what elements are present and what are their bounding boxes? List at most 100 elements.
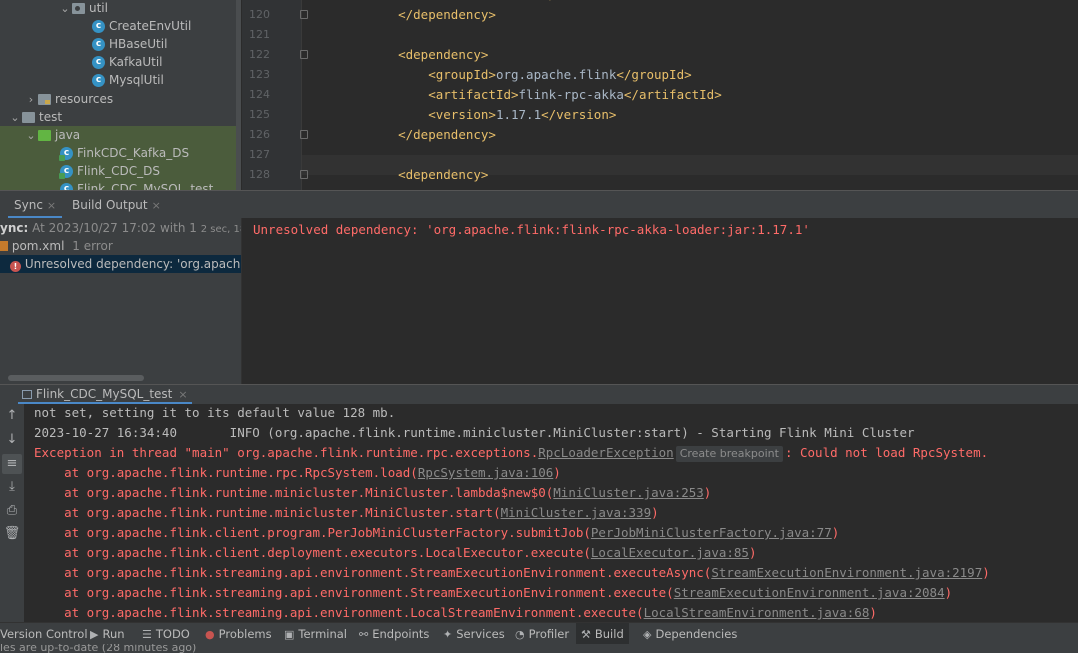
tool-build[interactable]: ⚒ Build xyxy=(576,623,629,645)
tool-version-control[interactable]: Version Control xyxy=(0,623,93,645)
tool-todo[interactable]: ☰ TODO xyxy=(137,623,195,645)
tool-run[interactable]: ▶ Run xyxy=(85,623,130,645)
stack-trace-line: at org.apache.flink.client.deployment.ex… xyxy=(34,543,756,563)
stack-text: ) xyxy=(748,545,757,560)
code-token-text: org.apache.flink xyxy=(495,67,617,82)
source-link[interactable]: StreamExecutionEnvironment.java:2197 xyxy=(711,565,982,580)
tool-profiler[interactable]: ◔ Profiler xyxy=(510,623,574,645)
tool-label: Version Control xyxy=(0,627,88,641)
fold-marker-icon[interactable] xyxy=(300,170,308,179)
code-token-open: <groupId> xyxy=(428,67,496,82)
line-number: 128 xyxy=(249,168,270,181)
scroll-to-end-icon[interactable]: ⤓ xyxy=(2,477,22,497)
status-message: les are up-to-date (28 minutes ago) xyxy=(0,644,197,653)
source-link[interactable]: MiniCluster.java:339 xyxy=(501,505,652,520)
project-tree: ⌄ util c CreateEnvUtil c HBaseUtil c Kaf… xyxy=(0,0,237,190)
chevron-down-icon[interactable]: ⌄ xyxy=(24,129,38,142)
sync-result-row[interactable]: ync: At 2023/10/27 17:02 with 1 2 sec, 1… xyxy=(0,219,241,237)
source-link[interactable]: LocalExecutor.java:85 xyxy=(591,545,749,560)
tool-terminal[interactable]: ▣ Terminal xyxy=(279,623,352,645)
down-arrow-icon[interactable]: ↓ xyxy=(2,430,22,450)
console-line: 2023-10-27 16:34:40 INFO (org.apache.fli… xyxy=(34,425,915,440)
tab-run-config[interactable]: Flink_CDC_MySQL_test × xyxy=(18,385,192,405)
tab-build-output[interactable]: Build Output × xyxy=(66,191,167,219)
close-icon[interactable]: × xyxy=(47,199,56,212)
code-token-text: flink-rpc-akka xyxy=(518,87,624,102)
todo-icon: ☰ xyxy=(142,628,152,641)
chevron-down-icon[interactable]: ⌄ xyxy=(8,111,22,124)
stack-text: ) xyxy=(553,465,561,480)
source-link[interactable]: PerJobMiniClusterFactory.java:77 xyxy=(591,525,832,540)
profiler-icon: ◔ xyxy=(515,628,525,641)
console-output[interactable]: not set, setting it to its default value… xyxy=(24,404,1078,622)
build-tree-scrollbar[interactable] xyxy=(8,375,144,381)
line-number: 123 xyxy=(249,68,270,81)
tree-item-kafkautil[interactable]: c KafkaUtil xyxy=(0,53,237,71)
pom-file-row[interactable]: pom.xml 1 error xyxy=(0,237,241,255)
tree-item-test[interactable]: ⌄ test xyxy=(0,108,237,126)
stack-text: at org.apache.flink.runtime.minicluster.… xyxy=(34,485,554,500)
exception-class-link[interactable]: RpcLoaderException xyxy=(538,445,673,460)
java-class-icon: c xyxy=(92,37,105,51)
tool-services[interactable]: ✦ Services xyxy=(438,623,510,645)
stack-text: at org.apache.flink.runtime.minicluster.… xyxy=(34,505,501,520)
code-token-close: </artifactId> xyxy=(623,87,722,102)
build-tab-bar: Sync × Build Output × xyxy=(0,190,1078,219)
tree-item-flink-cdc-ds[interactable]: c Flink_CDC_DS xyxy=(0,162,237,180)
line-number: 122 xyxy=(249,48,270,61)
tree-item-resources[interactable]: › resources xyxy=(0,90,237,108)
clear-icon[interactable]: 🗑 xyxy=(2,524,22,544)
tool-label: Problems xyxy=(218,627,272,641)
runnable-class-icon: c xyxy=(60,182,73,190)
soft-wrap-icon[interactable]: ≡ xyxy=(2,454,22,474)
tree-item-flink-cdc-mysql-test[interactable]: c Flink_CDC_MySQL_test xyxy=(0,180,237,190)
maven-file-icon xyxy=(0,241,8,251)
tree-item-finkcdc-kafka-ds[interactable]: c FinkCDC_Kafka_DS xyxy=(0,144,237,162)
status-bar: les are up-to-date (28 minutes ago) xyxy=(0,644,1078,653)
tree-item-createenvutil[interactable]: c CreateEnvUtil xyxy=(0,17,237,35)
line-number: 126 xyxy=(249,128,270,141)
tree-item-java[interactable]: ⌄ java xyxy=(0,126,237,144)
code-token-close: </version> xyxy=(541,107,617,122)
tool-problems[interactable]: ● Problems xyxy=(200,623,277,645)
tree-item-util[interactable]: ⌄ util xyxy=(0,0,237,17)
up-arrow-icon[interactable]: ↑ xyxy=(2,406,22,426)
close-icon[interactable]: × xyxy=(152,199,161,212)
dependencies-icon: ◈ xyxy=(643,628,652,641)
tree-item-label: HBaseUtil xyxy=(109,37,168,51)
close-icon[interactable]: × xyxy=(178,388,187,401)
stack-trace-line: at org.apache.flink.streaming.api.enviro… xyxy=(34,583,952,603)
source-link[interactable]: RpcSystem.java:106 xyxy=(418,465,553,480)
chevron-right-icon[interactable]: › xyxy=(24,93,38,106)
tool-endpoints[interactable]: ⚯ Endpoints xyxy=(354,623,434,645)
print-icon[interactable]: ⎙ xyxy=(2,501,22,521)
exception-line: Exception in thread "main" org.apache.fl… xyxy=(34,443,988,463)
tree-item-mysqlutil[interactable]: c MysqlUtil xyxy=(0,71,237,89)
tab-sync[interactable]: Sync × xyxy=(8,191,63,219)
fold-marker-icon[interactable] xyxy=(300,50,308,59)
fold-marker-icon[interactable] xyxy=(300,130,308,139)
code-token-open: <artifactId> xyxy=(428,87,519,102)
fold-marker-icon[interactable] xyxy=(300,10,308,19)
code-editor[interactable]: 119120121122123124125126127128 <version>… xyxy=(242,0,1078,190)
tool-label: Terminal xyxy=(298,627,348,641)
tree-item-label: CreateEnvUtil xyxy=(109,19,192,33)
java-class-icon: c xyxy=(92,55,105,69)
chevron-down-icon[interactable]: ⌄ xyxy=(58,2,72,15)
source-link[interactable]: LocalStreamEnvironment.java:68 xyxy=(644,605,870,620)
stack-text: at org.apache.flink.streaming.api.enviro… xyxy=(34,605,644,620)
line-number-gutter: 119120121122123124125126127128 xyxy=(242,0,302,190)
code-token-indent xyxy=(368,47,398,62)
tree-item-hbaseutil[interactable]: c HBaseUtil xyxy=(0,35,237,53)
code-token-close: </dependency> xyxy=(398,7,496,22)
tool-label: Endpoints xyxy=(372,627,430,641)
error-row[interactable]: ! Unresolved dependency: 'org.apache.fli… xyxy=(0,255,241,273)
tool-label: Services xyxy=(456,627,505,641)
stack-trace-line: at org.apache.flink.streaming.api.enviro… xyxy=(34,603,877,622)
source-link[interactable]: MiniCluster.java:253 xyxy=(553,485,704,500)
source-link[interactable]: StreamExecutionEnvironment.java:2084 xyxy=(674,585,945,600)
create-breakpoint-link[interactable]: Create breakpoint xyxy=(675,446,783,462)
tree-scrollbar[interactable] xyxy=(236,0,241,190)
tree-item-label: Flink_CDC_DS xyxy=(77,164,160,178)
tool-dependencies[interactable]: ◈ Dependencies xyxy=(638,623,742,645)
